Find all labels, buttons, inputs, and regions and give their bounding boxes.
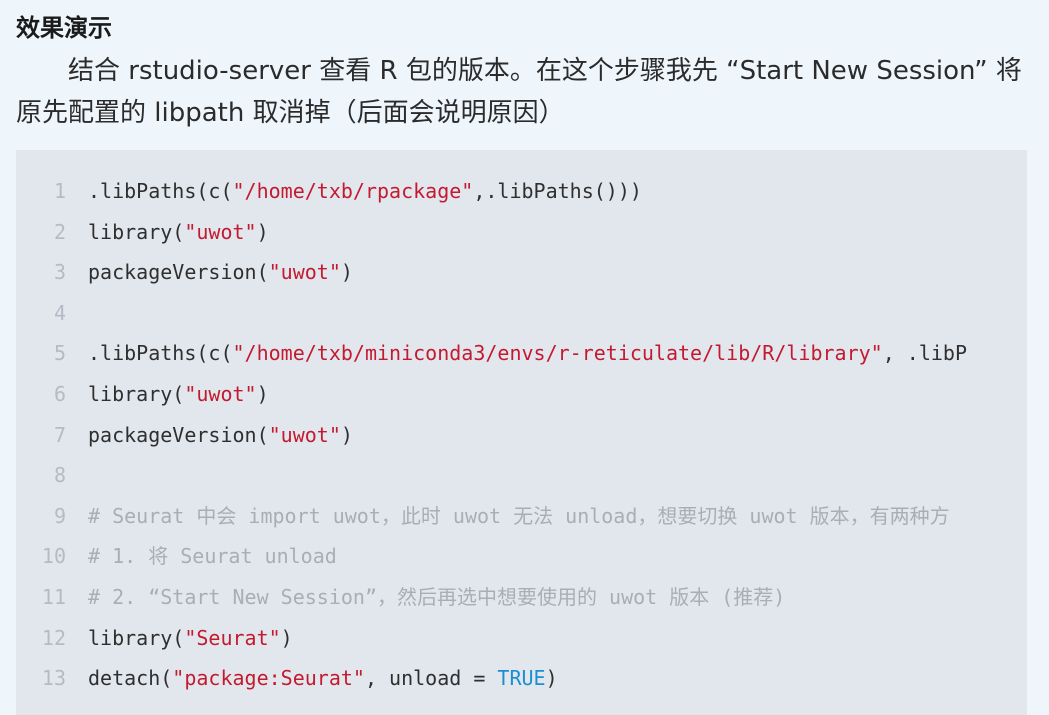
line-number: 10 xyxy=(41,544,66,569)
line-number: 3 xyxy=(53,260,66,285)
code-token: ) xyxy=(340,260,353,285)
code-line: 6 library("uwot") xyxy=(16,374,1027,415)
code-text: # 2. “Start New Session”，然后再选中想要使用的 uwot… xyxy=(88,577,785,618)
code-token: ) xyxy=(340,422,353,447)
code-token: ) xyxy=(280,625,293,650)
code-token: ) xyxy=(545,666,558,691)
code-token: detach( xyxy=(88,666,173,691)
code-text: packageVersion("uwot") xyxy=(88,415,353,456)
code-line: 10 # 1. 将 Seurat unload xyxy=(16,536,1027,577)
string-token: "/home/txb/rpackage" xyxy=(232,179,474,203)
string-token: "/home/txb/miniconda3/envs/r-reticulate/… xyxy=(232,341,883,366)
comment-token: # 2. “Start New Session”，然后再选中想要使用的 uwot… xyxy=(88,584,786,609)
string-token: "uwot" xyxy=(184,381,257,406)
code-lines: 1 .libPaths(c("/home/txb/rpackage",.libPa… xyxy=(16,171,1027,699)
code-line: 3 packageVersion("uwot") xyxy=(16,252,1027,293)
code-token: , unload = xyxy=(364,666,498,691)
code-text: detach("package:Seurat", unload = TRUE) xyxy=(88,658,558,699)
string-token: "uwot" xyxy=(268,422,341,447)
code-line: 4 xyxy=(16,293,1027,334)
code-token: ,.libPaths())) xyxy=(473,179,642,203)
code-line: 11 # 2. “Start New Session”，然后再选中想要使用的 uw… xyxy=(16,577,1027,618)
code-line: 12 library("Seurat") xyxy=(16,618,1027,659)
line-number: 6 xyxy=(53,381,66,406)
comment-token: # 1. 将 Seurat unload xyxy=(88,544,337,569)
line-number: 7 xyxy=(53,422,66,447)
string-token: "package:Seurat" xyxy=(172,666,365,691)
code-token: library( xyxy=(88,381,185,406)
line-number: 11 xyxy=(41,584,66,609)
code-text: # Seurat 中会 import uwot，此时 uwot 无法 unloa… xyxy=(88,496,950,537)
line-number: 2 xyxy=(53,219,66,244)
section-heading: 效果演示 xyxy=(16,14,112,42)
intro-paragraph-text: 结合 rstudio-server 查看 R 包的版本。在这个步骤我先 “Sta… xyxy=(16,56,1022,128)
line-number: 13 xyxy=(41,666,66,691)
line-number: 1 xyxy=(53,179,66,203)
code-text: .libPaths(c("/home/txb/miniconda3/envs/r… xyxy=(88,333,967,374)
code-line: 13 detach("package:Seurat", unload = TRUE… xyxy=(16,658,1027,699)
code-token: ) xyxy=(256,219,269,244)
string-token: "uwot" xyxy=(184,219,257,244)
code-token: packageVersion( xyxy=(88,260,269,285)
code-text: packageVersion("uwot") xyxy=(88,252,353,293)
line-number: 12 xyxy=(41,625,66,650)
code-token: .libPaths(c( xyxy=(88,341,233,366)
line-number: 4 xyxy=(53,300,66,325)
code-text: library("uwot") xyxy=(88,374,269,415)
line-number: 5 xyxy=(53,341,66,366)
code-line: 8 xyxy=(16,455,1027,496)
code-text: library("uwot") xyxy=(88,212,269,253)
code-token: , .libP xyxy=(882,341,968,366)
code-text: # 1. 将 Seurat unload xyxy=(88,536,337,577)
string-token: "uwot" xyxy=(268,260,341,285)
code-text: .libPaths(c("/home/txb/rpackage",.libPat… xyxy=(88,171,642,212)
code-block[interactable]: 1 .libPaths(c("/home/txb/rpackage",.libPa… xyxy=(16,150,1027,715)
comment-token: # Seurat 中会 import uwot，此时 uwot 无法 unloa… xyxy=(88,503,950,528)
code-line: 1 .libPaths(c("/home/txb/rpackage",.libPa… xyxy=(16,171,1027,212)
keyword-token: TRUE xyxy=(497,666,546,691)
code-text: library("Seurat") xyxy=(88,618,293,659)
line-number: 8 xyxy=(53,463,66,488)
code-line: 9 # Seurat 中会 import uwot，此时 uwot 无法 unlo… xyxy=(16,496,1027,537)
code-line: 2 library("uwot") xyxy=(16,212,1027,253)
intro-paragraph: 结合 rstudio-server 查看 R 包的版本。在这个步骤我先 “Sta… xyxy=(16,50,1036,134)
code-token: packageVersion( xyxy=(88,422,269,447)
code-token: ) xyxy=(256,381,269,406)
code-token: library( xyxy=(88,219,185,244)
code-token: .libPaths(c( xyxy=(88,179,233,203)
code-line: 7 packageVersion("uwot") xyxy=(16,415,1027,456)
string-token: "Seurat" xyxy=(184,625,281,650)
code-token: library( xyxy=(88,625,185,650)
line-number: 9 xyxy=(53,503,66,528)
code-line: 5 .libPaths(c("/home/txb/miniconda3/envs/… xyxy=(16,333,1027,374)
